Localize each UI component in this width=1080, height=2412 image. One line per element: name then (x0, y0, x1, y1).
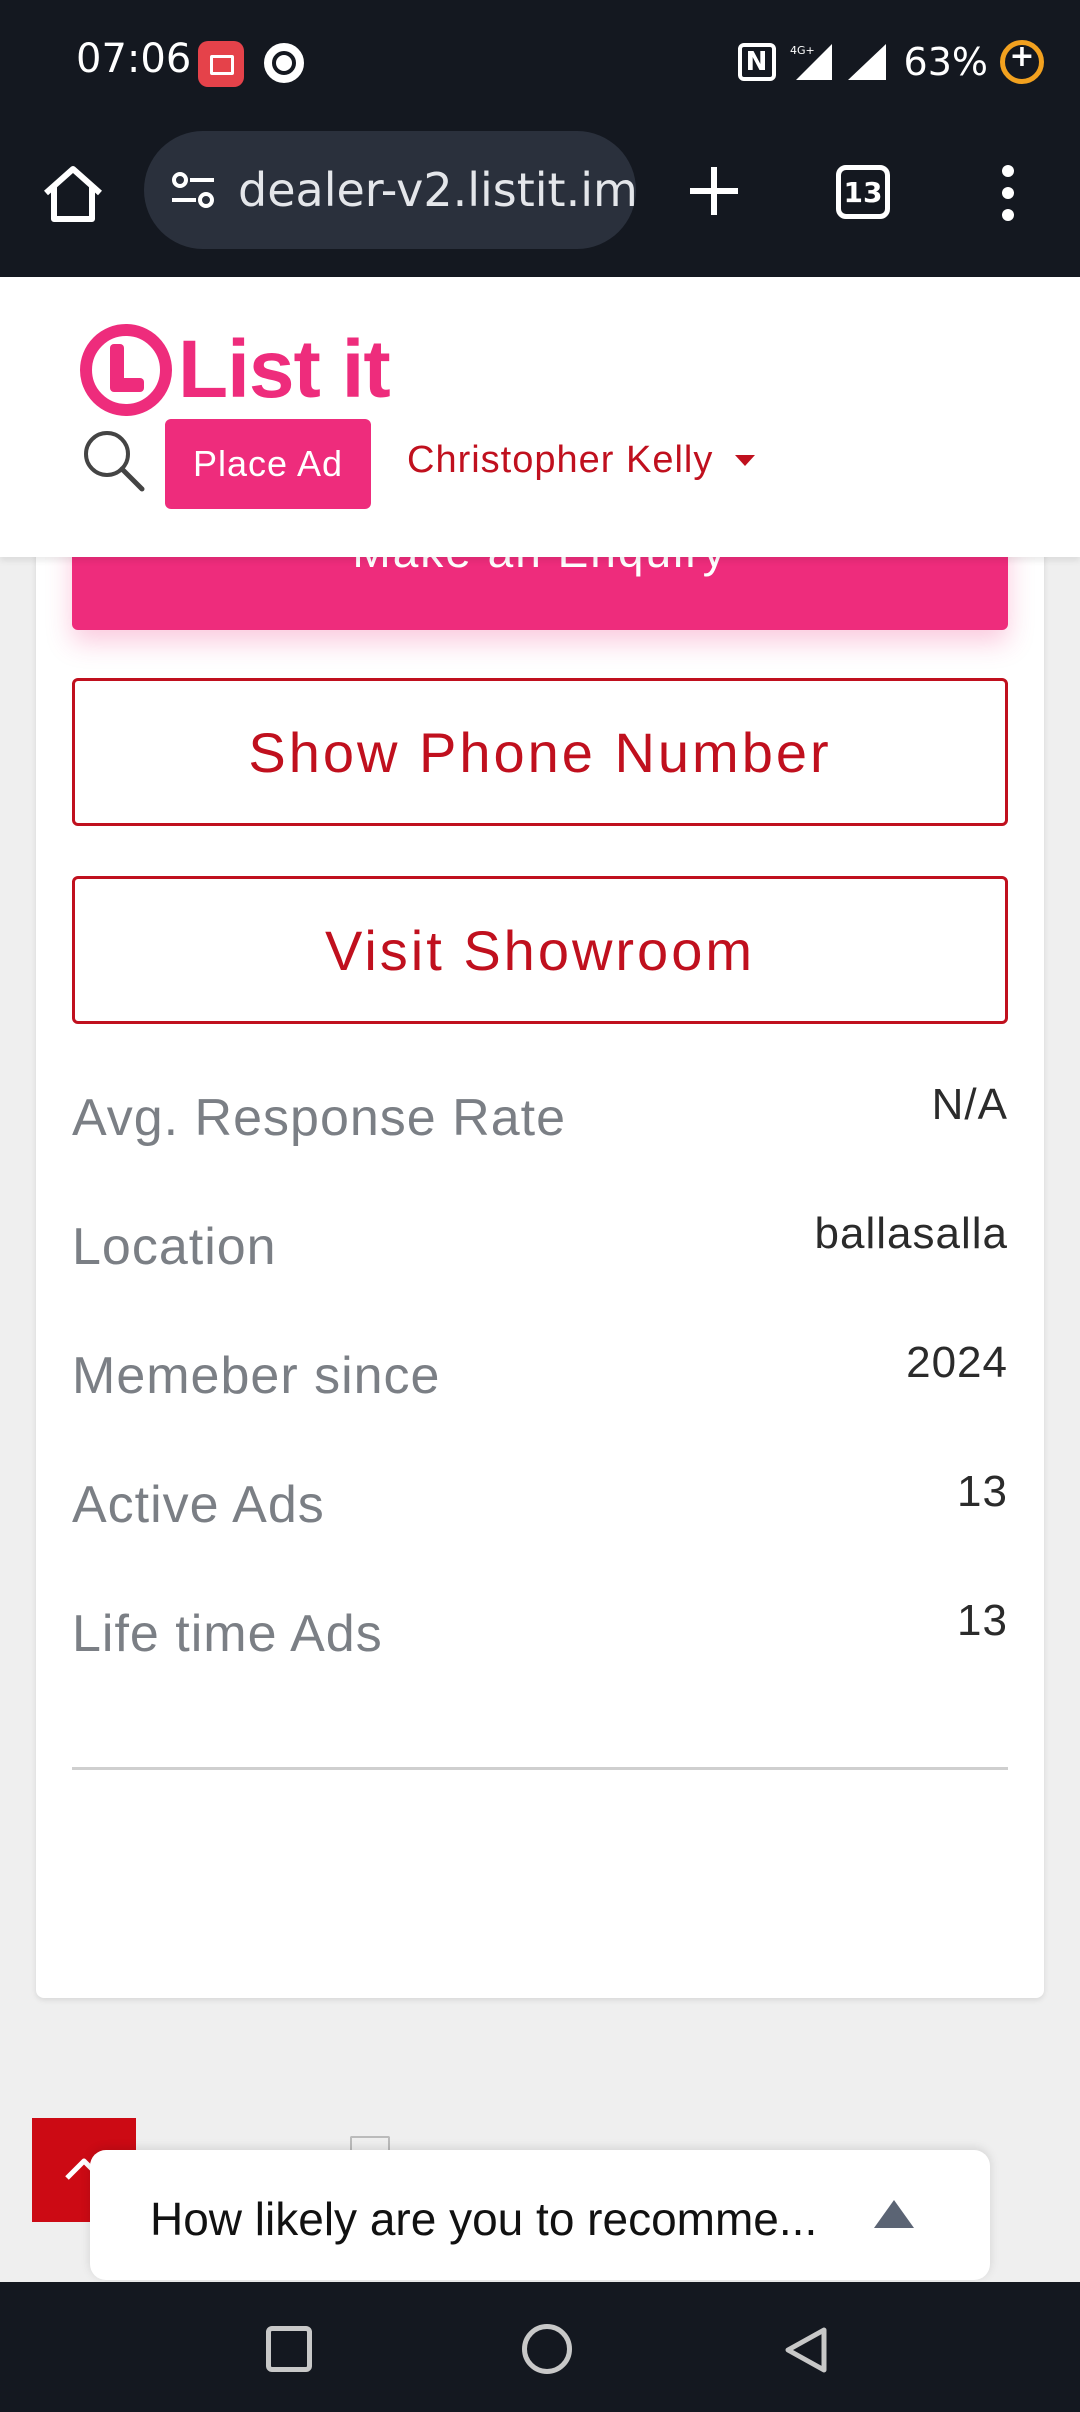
recents-icon[interactable] (266, 2326, 312, 2372)
show-phone-number-button[interactable]: Show Phone Number (72, 678, 1008, 826)
stat-row-location: Location ballasalla (72, 1209, 1008, 1289)
search-icon[interactable] (80, 427, 146, 493)
stat-row-member-since: Memeber since 2024 (72, 1338, 1008, 1418)
new-tab-icon[interactable] (686, 163, 742, 219)
expand-up-icon[interactable] (874, 2200, 914, 2228)
card-divider (72, 1767, 1008, 1770)
visit-showroom-button[interactable]: Visit Showroom (72, 876, 1008, 1024)
stat-row-response-rate: Avg. Response Rate N/A (72, 1080, 1008, 1160)
battery-percent: 63% (903, 40, 988, 84)
stat-row-active-ads: Active Ads 13 (72, 1467, 1008, 1547)
browser-toolbar: dealer-v2.listit.im/ 13 (0, 125, 1080, 277)
caret-down-icon (735, 455, 756, 466)
chrome-icon (264, 43, 304, 83)
stat-value: 2024 (906, 1338, 1008, 1387)
stat-label: Memeber since (72, 1347, 441, 1405)
status-time: 07:06 (76, 36, 192, 82)
stat-value: ballasalla (814, 1209, 1008, 1258)
stat-label: Location (72, 1218, 277, 1276)
home-circle-icon[interactable] (522, 2324, 572, 2374)
user-menu-dropdown[interactable]: Christopher Kelly (407, 439, 756, 482)
stat-value: 13 (957, 1596, 1008, 1645)
status-bar: 07:06 N 4G+ 63% (0, 0, 1080, 125)
stat-value: 13 (957, 1467, 1008, 1516)
tab-switcher-button[interactable]: 13 (836, 165, 890, 219)
screen-recorder-icon (198, 41, 244, 87)
stat-row-lifetime-ads: Life time Ads 13 (72, 1596, 1008, 1676)
more-menu-icon[interactable] (998, 163, 1018, 223)
svg-text:4G+: 4G+ (790, 44, 815, 57)
logo-mark-icon (80, 324, 172, 416)
site-info-icon[interactable] (168, 165, 218, 215)
signal-4g-icon: 4G+ (788, 42, 834, 82)
status-indicators: N 4G+ 63% (737, 34, 1044, 90)
nfc-icon: N (737, 43, 776, 81)
system-navigation-bar (0, 2282, 1080, 2412)
home-icon[interactable] (40, 161, 106, 227)
logo-text: List it (178, 324, 391, 415)
survey-prompt[interactable]: How likely are you to recomme... (90, 2150, 990, 2280)
stat-value: N/A (931, 1080, 1008, 1129)
list-it-logo[interactable]: List it (80, 323, 391, 417)
url-text: dealer-v2.listit.im/ (238, 163, 636, 217)
address-bar[interactable]: dealer-v2.listit.im/ (144, 131, 636, 249)
stat-label: Avg. Response Rate (72, 1089, 566, 1147)
stat-label: Life time Ads (72, 1605, 383, 1663)
battery-saver-icon (1000, 39, 1044, 84)
place-ad-button[interactable]: Place Ad (165, 419, 371, 509)
stat-label: Active Ads (72, 1476, 325, 1534)
signal-icon (846, 42, 892, 82)
back-icon[interactable] (780, 2324, 832, 2376)
user-name: Christopher Kelly (407, 439, 714, 481)
survey-question: How likely are you to recomme... (150, 2193, 818, 2245)
site-header: List it Place Ad Christopher Kelly (0, 277, 1080, 557)
